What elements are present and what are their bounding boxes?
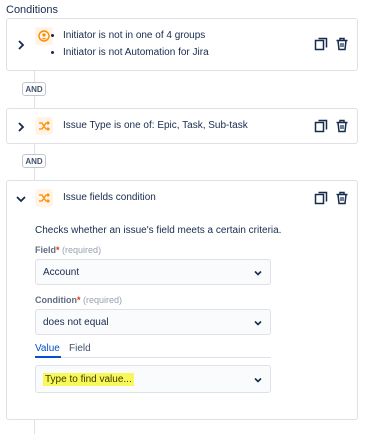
copy-icon[interactable] — [314, 119, 328, 133]
condition-list: Initiator is not in one of 4 groups Init… — [51, 27, 209, 61]
issue-fields-condition-icon — [35, 189, 53, 207]
issue-type-condition-icon — [35, 117, 53, 135]
conditions-heading: Conditions — [6, 4, 58, 16]
and-badge: AND — [22, 154, 46, 168]
active-tab-indicator — [35, 356, 61, 358]
condition-select[interactable]: does not equal — [35, 309, 271, 335]
condition-line: Initiator is not Automation for Jira — [63, 44, 209, 61]
shuffle-icon — [39, 193, 50, 203]
person-icon — [38, 30, 50, 42]
condition-card-issue-type[interactable]: Issue Type is one of: Epic, Task, Sub-ta… — [6, 108, 358, 144]
required-hint: (required) — [62, 245, 102, 255]
field-label: Field* (required) — [35, 245, 101, 255]
chevron-right-icon[interactable] — [16, 122, 26, 132]
shuffle-icon — [39, 121, 50, 131]
chevron-right-icon[interactable] — [16, 40, 26, 50]
chevron-down-icon — [254, 270, 262, 276]
chevron-down-icon[interactable] — [16, 194, 26, 204]
value-select-placeholder: Type to find value... — [43, 372, 134, 386]
tabs-divider — [35, 357, 271, 358]
chevron-down-icon — [254, 377, 262, 383]
chevron-down-icon — [254, 320, 262, 326]
required-asterisk: * — [56, 245, 60, 255]
condition-title: Issue fields condition — [63, 192, 156, 203]
value-select[interactable]: Type to find value... — [35, 365, 271, 393]
required-hint: (required) — [83, 295, 123, 305]
field-select-value: Account — [43, 266, 80, 278]
tab-value[interactable]: Value — [35, 343, 60, 354]
condition-label-text: Condition — [35, 295, 77, 305]
field-label-text: Field — [35, 245, 57, 255]
trash-icon[interactable] — [335, 37, 349, 51]
trash-icon[interactable] — [335, 191, 349, 205]
copy-icon[interactable] — [314, 37, 328, 51]
condition-summary: Issue Type is one of: Epic, Task, Sub-ta… — [63, 120, 248, 131]
trash-icon[interactable] — [335, 119, 349, 133]
required-asterisk: * — [77, 295, 81, 305]
condition-description: Checks whether an issue's field meets a … — [35, 225, 282, 236]
copy-icon[interactable] — [314, 191, 328, 205]
connector-line — [34, 420, 35, 434]
condition-select-value: does not equal — [43, 316, 109, 328]
condition-line: Initiator is not in one of 4 groups — [63, 27, 209, 44]
field-select[interactable]: Account — [35, 259, 271, 285]
condition-card-user[interactable]: Initiator is not in one of 4 groups Init… — [6, 18, 358, 71]
tab-field[interactable]: Field — [69, 343, 91, 354]
and-badge: AND — [22, 82, 46, 96]
condition-card-issue-fields[interactable]: Issue fields condition Checks whether an… — [6, 180, 358, 420]
condition-label: Condition* (required) — [35, 295, 122, 305]
